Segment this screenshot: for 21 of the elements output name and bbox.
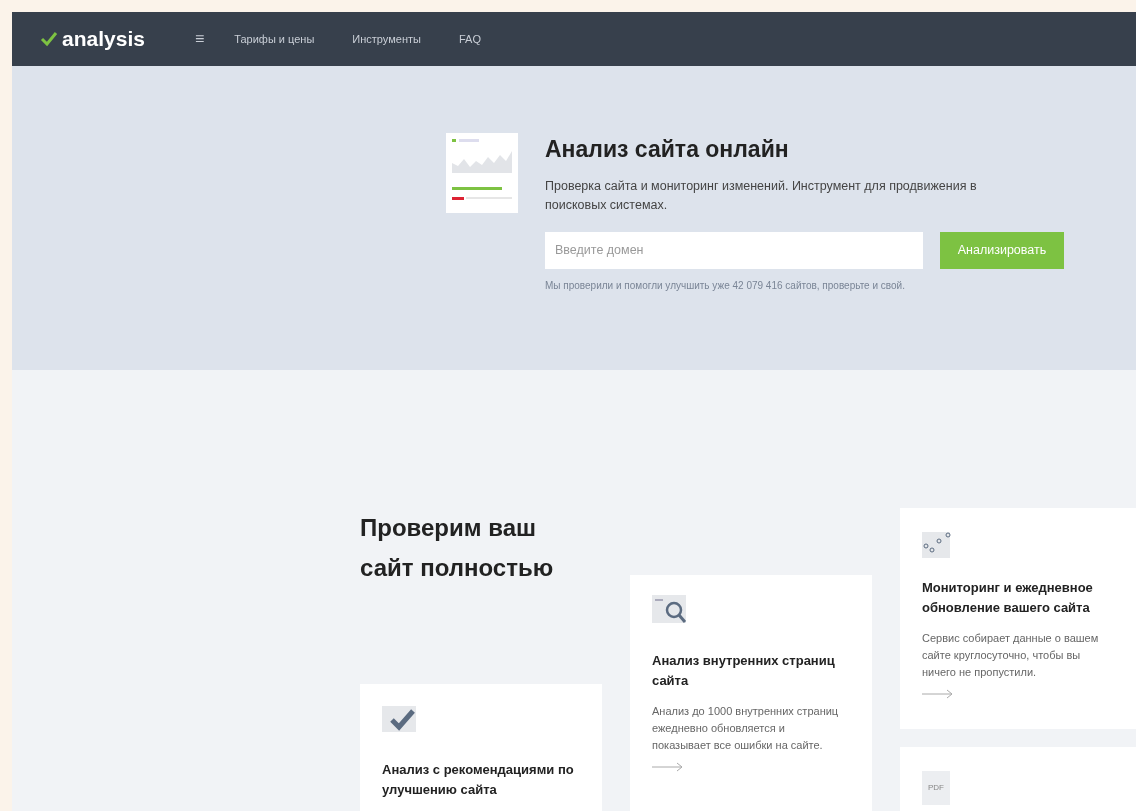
card-title: Анализ внутренних страниц сайта: [652, 652, 836, 690]
pdf-file-icon: PDF: [922, 771, 950, 805]
arrow-icon[interactable]: [652, 762, 684, 772]
hero-title: Анализ сайта онлайн: [545, 135, 790, 164]
nav-link[interactable]: Инструменты: [352, 30, 421, 48]
check-icon: [382, 704, 418, 734]
card-title: Анализ с рекомендациями по улучшению сайта: [382, 761, 575, 799]
domain-input-field[interactable]: Введите домен: [545, 231, 923, 269]
section-heading: Проверим ваш сайт полностью: [360, 513, 555, 583]
checkmark-icon: [40, 31, 58, 47]
logo[interactable]: analysis: [40, 23, 145, 55]
nav-link[interactable]: FAQ: [458, 30, 481, 48]
card-description: Сервис собирает данные о вашем сайте круглосуточно, чтобы вы ничего не пропустили.: [922, 631, 1100, 680]
card-title: Мониторинг и ежедневное обновление вашего сайта: [922, 579, 1094, 617]
card-description: Анализ до 1000 внутренних страниц ежедневно обновляется и показывает все ошибки на сайте.: [652, 704, 840, 753]
stats-note: Мы проверили и помогли улучшить уже 42 079 416 сайтов, проверьте и свой.: [545, 278, 906, 293]
hero-subtitle: Проверка сайта и мониторинг изменений. Инструмент для продвижения в поисковых системах.: [545, 177, 978, 214]
search-icon: [652, 595, 688, 625]
arrow-icon[interactable]: [922, 689, 954, 699]
nav-link[interactable]: Тарифы и цены: [234, 30, 315, 48]
menu-icon[interactable]: ≡: [194, 27, 205, 51]
